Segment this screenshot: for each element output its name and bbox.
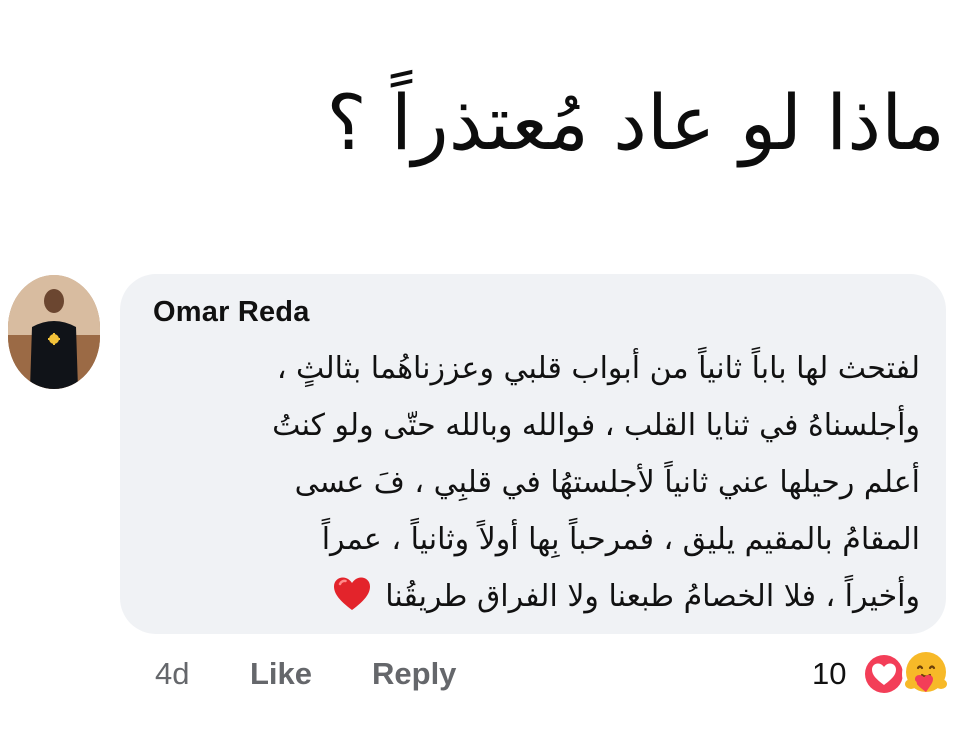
care-reaction-icon [902,650,950,698]
comment-text: لفتحث لها باباً ثانياً من أبواب قلبي وعز… [150,340,920,625]
reply-button[interactable]: Reply [372,656,456,692]
reaction-summary[interactable]: 10 [812,646,952,702]
avatar-photo [8,275,100,389]
comment-line-text: وأخيراً ، فلا الخصامُ طبعنا ولا الفراق ط… [385,579,920,614]
comment-line-last: وأخيراً ، فلا الخصامُ طبعنا ولا الفراق ط… [150,568,920,625]
post-headline: ماذا لو عاد مُعتذراً ؟ [326,78,945,167]
comment-line: لفتحث لها باباً ثانياً من أبواب قلبي وعز… [276,351,920,386]
comment-timestamp[interactable]: 4d [155,656,189,692]
comment-author[interactable]: Omar Reda [153,296,310,329]
comment-line: أعلم رحيلها عني ثانياً لأجلستهُا في قلبِ… [294,465,920,500]
like-button[interactable]: Like [250,656,312,692]
avatar[interactable] [8,275,100,389]
reaction-count: 10 [812,656,847,691]
comment-line: وأجلسناهُ في ثنايا القلب ، فوالله وبالله… [272,408,920,443]
red-heart-icon [333,577,370,610]
comment-line: المقامُ بالمقيم يليق ، فمرحباً بِها أولا… [321,522,920,557]
